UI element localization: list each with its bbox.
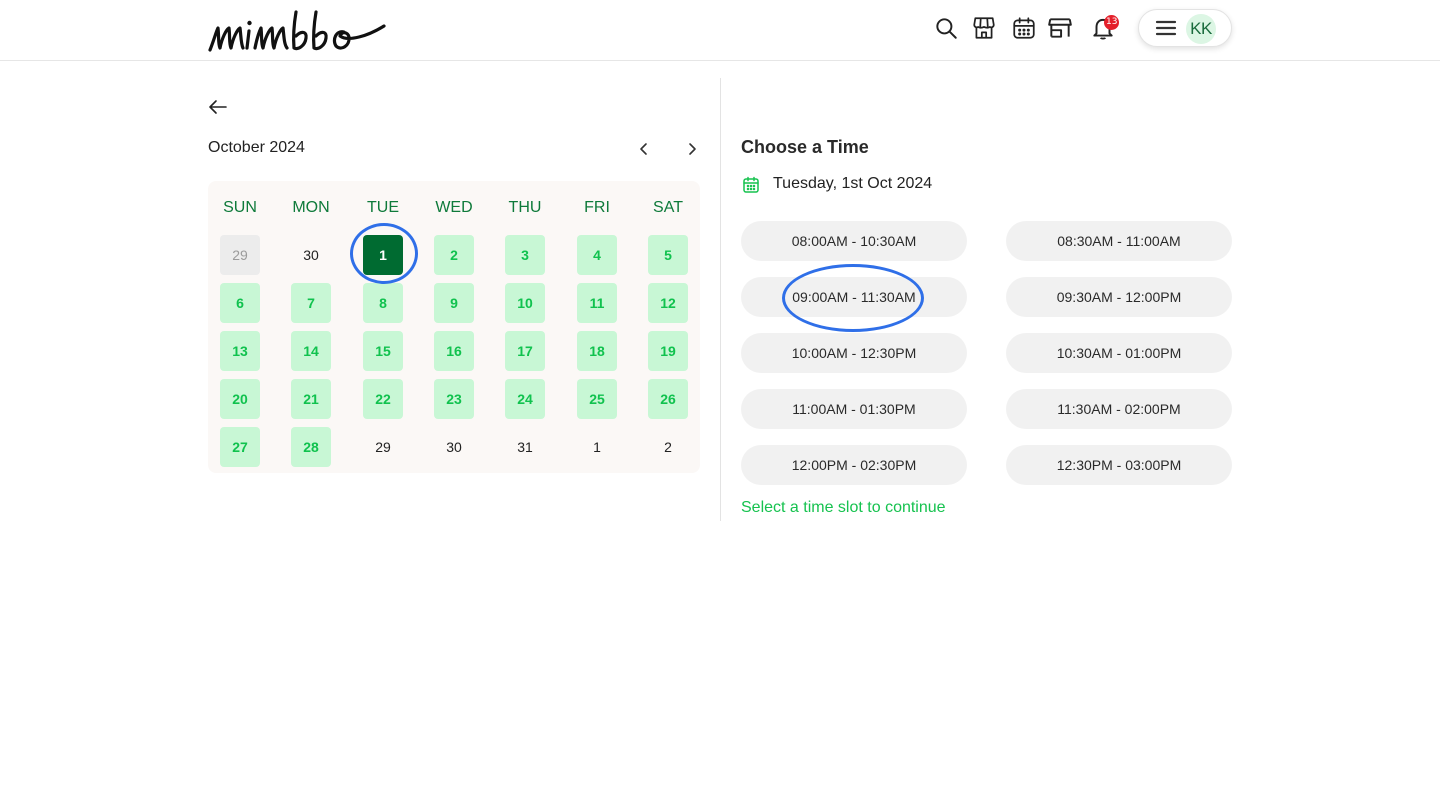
storefront-icon[interactable] xyxy=(970,14,998,42)
calendar-day[interactable]: 3 xyxy=(505,235,545,275)
calendar-day[interactable]: 20 xyxy=(220,379,260,419)
calendar-day: 2 xyxy=(664,439,672,455)
calendar-day[interactable]: 4 xyxy=(577,235,617,275)
calendar-day[interactable]: 10 xyxy=(505,283,545,323)
weekday-header: THU xyxy=(508,199,542,216)
calendar-day[interactable]: 28 xyxy=(291,427,331,467)
calendar-day[interactable]: 26 xyxy=(648,379,688,419)
calendar-day[interactable]: 8 xyxy=(363,283,403,323)
calendar-day: 29 xyxy=(220,235,260,275)
prev-month-button[interactable] xyxy=(634,139,654,159)
time-slot-button[interactable]: 10:30AM - 01:00PM xyxy=(1006,333,1232,373)
continue-hint: Select a time slot to continue xyxy=(741,499,946,516)
weekday-header: WED xyxy=(435,199,473,216)
calendar-day[interactable]: 6 xyxy=(220,283,260,323)
time-slot-button[interactable]: 09:00AM - 11:30AM xyxy=(741,277,967,317)
calendar-day[interactable]: 25 xyxy=(577,379,617,419)
calendar-day[interactable]: 24 xyxy=(505,379,545,419)
hamburger-icon xyxy=(1155,20,1177,36)
calendar-day: 1 xyxy=(593,439,601,455)
calendar-day[interactable]: 13 xyxy=(220,331,260,371)
calendar-day: 29 xyxy=(375,439,391,455)
calendar-day[interactable]: 27 xyxy=(220,427,260,467)
calendar-day[interactable]: 18 xyxy=(577,331,617,371)
weekday-header: FRI xyxy=(584,199,610,216)
calendar-day[interactable]: 5 xyxy=(648,235,688,275)
calendar-day[interactable]: 11 xyxy=(577,283,617,323)
calendar-day[interactable]: 17 xyxy=(505,331,545,371)
bell-icon[interactable]: 13 xyxy=(1089,14,1120,42)
calendar-day: 31 xyxy=(517,439,533,455)
calendar-day[interactable]: 22 xyxy=(363,379,403,419)
calendar-grid: SUN MON TUE WED THU FRI SAT 29 30 1 2 3 4 5 6 7 8 9 10 11 12… xyxy=(208,181,700,473)
calendar-icon[interactable] xyxy=(1010,14,1038,42)
time-slot-button[interactable]: 12:30PM - 03:00PM xyxy=(1006,445,1232,485)
time-slot-button[interactable]: 08:30AM - 11:00AM xyxy=(1006,221,1232,261)
calendar-day: 30 xyxy=(303,247,319,263)
calendar-day[interactable]: 12 xyxy=(648,283,688,323)
calendar-day[interactable]: 15 xyxy=(363,331,403,371)
calendar-day[interactable]: 21 xyxy=(291,379,331,419)
panel-divider xyxy=(720,78,721,521)
mimbbo-logo[interactable] xyxy=(208,6,388,56)
search-icon[interactable] xyxy=(932,14,960,42)
next-month-button[interactable] xyxy=(682,139,702,159)
weekday-header: TUE xyxy=(367,199,399,216)
calendar-day[interactable]: 9 xyxy=(434,283,474,323)
choose-time-heading: Choose a Time xyxy=(741,137,869,157)
chevron-left-icon xyxy=(640,143,647,155)
time-slot-button[interactable]: 10:00AM - 12:30PM xyxy=(741,333,967,373)
calendar-day[interactable]: 16 xyxy=(434,331,474,371)
calendar-day[interactable]: 7 xyxy=(291,283,331,323)
selected-date-label: Tuesday, 1st Oct 2024 xyxy=(773,175,933,192)
notification-badge: 13 xyxy=(1104,15,1120,30)
time-slot-button[interactable]: 09:30AM - 12:00PM xyxy=(1006,277,1232,317)
calendar-day-selected[interactable]: 1 xyxy=(363,235,403,275)
weekday-header: SAT xyxy=(653,199,683,216)
calendar-day: 30 xyxy=(446,439,462,455)
chevron-right-icon xyxy=(689,143,696,155)
account-menu-button[interactable]: KK xyxy=(1138,9,1232,47)
time-slot-button[interactable]: 11:30AM - 02:00PM xyxy=(1006,389,1232,429)
weekday-header: SUN xyxy=(223,199,257,216)
time-slot-button[interactable]: 12:00PM - 02:30PM xyxy=(741,445,967,485)
calendar-day[interactable]: 23 xyxy=(434,379,474,419)
shop-icon[interactable] xyxy=(1046,14,1074,42)
calendar-small-icon xyxy=(741,175,761,195)
time-slot-button[interactable]: 11:00AM - 01:30PM xyxy=(741,389,967,429)
time-slot-button[interactable]: 08:00AM - 10:30AM xyxy=(741,221,967,261)
back-arrow-icon[interactable] xyxy=(206,95,230,119)
weekday-header: MON xyxy=(292,199,330,216)
avatar: KK xyxy=(1186,14,1216,44)
month-label: October 2024 xyxy=(208,139,305,156)
logo-wordmark xyxy=(208,10,386,52)
calendar-day[interactable]: 14 xyxy=(291,331,331,371)
calendar-day[interactable]: 19 xyxy=(648,331,688,371)
top-header: 13 KK xyxy=(0,0,1440,61)
calendar-day[interactable]: 2 xyxy=(434,235,474,275)
